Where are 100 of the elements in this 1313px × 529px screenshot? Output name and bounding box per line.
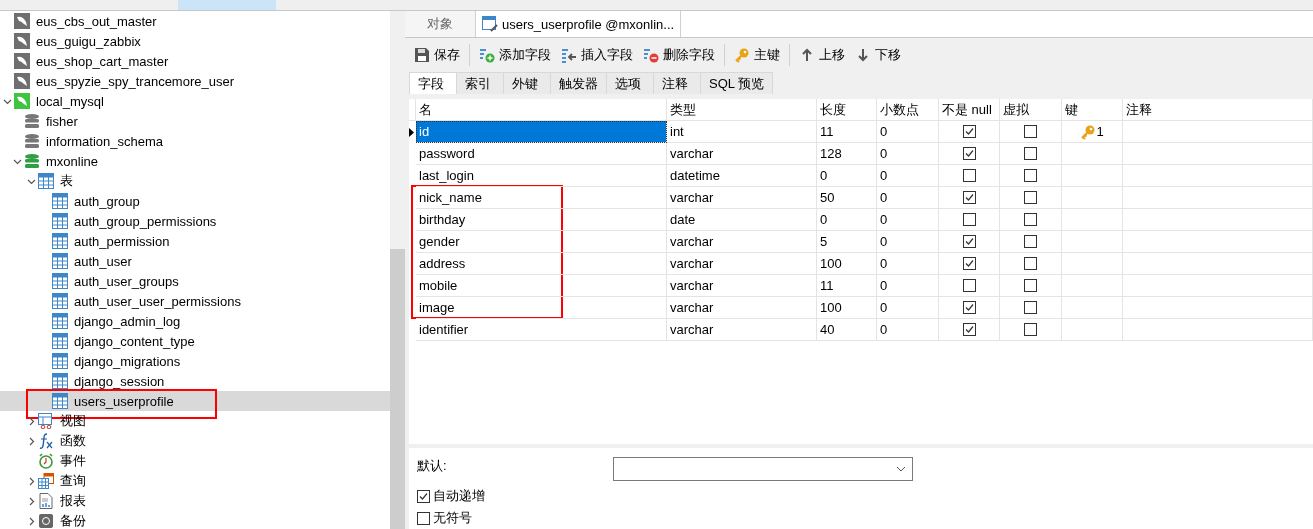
tree-item[interactable]: 备份 (0, 511, 390, 529)
checkbox[interactable] (962, 257, 976, 270)
database-icon (24, 153, 40, 169)
checkbox-label: 自动递增 (433, 487, 485, 505)
table-icon (52, 393, 68, 409)
toolbar-button[interactable]: 下移 (850, 44, 906, 66)
checkbox[interactable] (962, 213, 976, 226)
tree-item[interactable]: eus_spyzie_spy_trancemore_user (0, 71, 390, 91)
tree-item[interactable]: 表 (0, 171, 390, 191)
checkbox[interactable] (1024, 147, 1037, 160)
save-icon (414, 47, 430, 63)
arrow-down-icon (855, 47, 871, 63)
tree-item[interactable]: auth_permission (0, 231, 390, 251)
clock-icon (38, 453, 54, 469)
table-icon (38, 173, 54, 189)
tree-item[interactable]: local_mysql (0, 91, 390, 111)
table-cell: 0 (877, 319, 939, 341)
checkbox[interactable] (962, 323, 976, 336)
key-order: 1 (1096, 124, 1104, 139)
table-cell: 40 (817, 319, 877, 341)
tree-item[interactable]: information_schema (0, 131, 390, 151)
default-dropdown[interactable] (613, 457, 913, 481)
tab[interactable]: 外键 (503, 72, 551, 94)
checkbox[interactable] (962, 169, 976, 182)
toolbar-button[interactable]: 主键 (729, 44, 785, 66)
tree-item[interactable]: django_admin_log (0, 311, 390, 331)
table-icon (52, 293, 68, 309)
checkbox[interactable] (1024, 279, 1037, 292)
table-row[interactable]: id int 11 0 1 (409, 121, 1313, 143)
scrollbar[interactable] (390, 11, 405, 529)
tree-item[interactable]: users_userprofile (0, 391, 390, 411)
document-tab[interactable]: 对象 (405, 11, 476, 37)
table-cell[interactable]: identifier (416, 319, 667, 341)
tab[interactable]: 选项 (606, 72, 654, 94)
tree-item[interactable]: eus_shop_cart_master (0, 51, 390, 71)
tree-item[interactable]: eus_guigu_zabbix (0, 31, 390, 51)
checkbox[interactable] (1024, 301, 1037, 314)
toolbar-button[interactable]: 保存 (409, 44, 465, 66)
checkbox[interactable] (1024, 323, 1037, 336)
tab[interactable]: 注释 (653, 72, 701, 94)
tree-item[interactable]: mxonline (0, 151, 390, 171)
table-edit-icon (482, 16, 498, 32)
table-icon (52, 313, 68, 329)
checkbox[interactable] (962, 191, 976, 204)
table-icon (52, 193, 68, 209)
table-cell[interactable]: id (416, 121, 667, 143)
tree-item[interactable]: django_session (0, 371, 390, 391)
checkbox[interactable] (962, 147, 976, 160)
checkbox[interactable] (1024, 125, 1037, 138)
checkbox[interactable] (1024, 257, 1037, 270)
delete-field-icon (643, 47, 659, 63)
field-label: 默认: (417, 457, 448, 475)
query-icon (38, 473, 54, 489)
view-icon (38, 413, 54, 429)
tree-item[interactable]: django_migrations (0, 351, 390, 371)
toolbar-button[interactable]: 插入字段 (556, 44, 638, 66)
tab[interactable]: SQL 预览 (700, 72, 774, 94)
tree-item[interactable]: 函数 (0, 431, 390, 451)
checkbox[interactable] (1024, 191, 1037, 204)
current-row-icon (409, 127, 414, 137)
function-icon (38, 433, 54, 449)
toolbar-button[interactable]: 删除字段 (638, 44, 720, 66)
key-icon (734, 47, 750, 63)
checkbox[interactable] (417, 489, 430, 503)
tree-item[interactable]: auth_group (0, 191, 390, 211)
checkbox[interactable] (417, 511, 430, 525)
checkbox[interactable] (1024, 235, 1037, 248)
add-field-icon (479, 47, 495, 63)
checkbox[interactable] (962, 279, 976, 292)
backup-icon (38, 513, 54, 529)
database-icon (24, 133, 40, 149)
table-icon (52, 253, 68, 269)
tab[interactable]: 索引 (456, 72, 504, 94)
tab[interactable]: 字段 (409, 72, 457, 94)
table-icon (52, 213, 68, 229)
tree-item[interactable]: 报表 (0, 491, 390, 511)
tab[interactable]: 触发器 (550, 72, 607, 94)
table-icon (52, 233, 68, 249)
checkbox-label: 无符号 (433, 509, 472, 527)
checkbox[interactable] (1024, 213, 1037, 226)
table-cell (1062, 319, 1123, 341)
tree-item[interactable]: auth_user_user_permissions (0, 291, 390, 311)
toolbar-button[interactable]: 添加字段 (474, 44, 556, 66)
tree-item[interactable]: fisher (0, 111, 390, 131)
table-icon (52, 373, 68, 389)
tree-item[interactable]: 事件 (0, 451, 390, 471)
tree-item[interactable]: django_content_type (0, 331, 390, 351)
report-icon (38, 493, 54, 509)
tree-item[interactable]: eus_cbs_out_master (0, 11, 390, 31)
tree-item[interactable]: auth_group_permissions (0, 211, 390, 231)
toolbar-button[interactable]: 上移 (794, 44, 850, 66)
checkbox[interactable] (962, 301, 976, 314)
checkbox[interactable] (1024, 169, 1037, 182)
tree-item[interactable]: auth_user_groups (0, 271, 390, 291)
checkbox[interactable] (962, 125, 976, 138)
tree-item[interactable]: auth_user (0, 251, 390, 271)
table-icon (52, 273, 68, 289)
checkbox[interactable] (962, 235, 976, 248)
tree-item[interactable]: 查询 (0, 471, 390, 491)
chevron-down-icon (896, 466, 906, 472)
